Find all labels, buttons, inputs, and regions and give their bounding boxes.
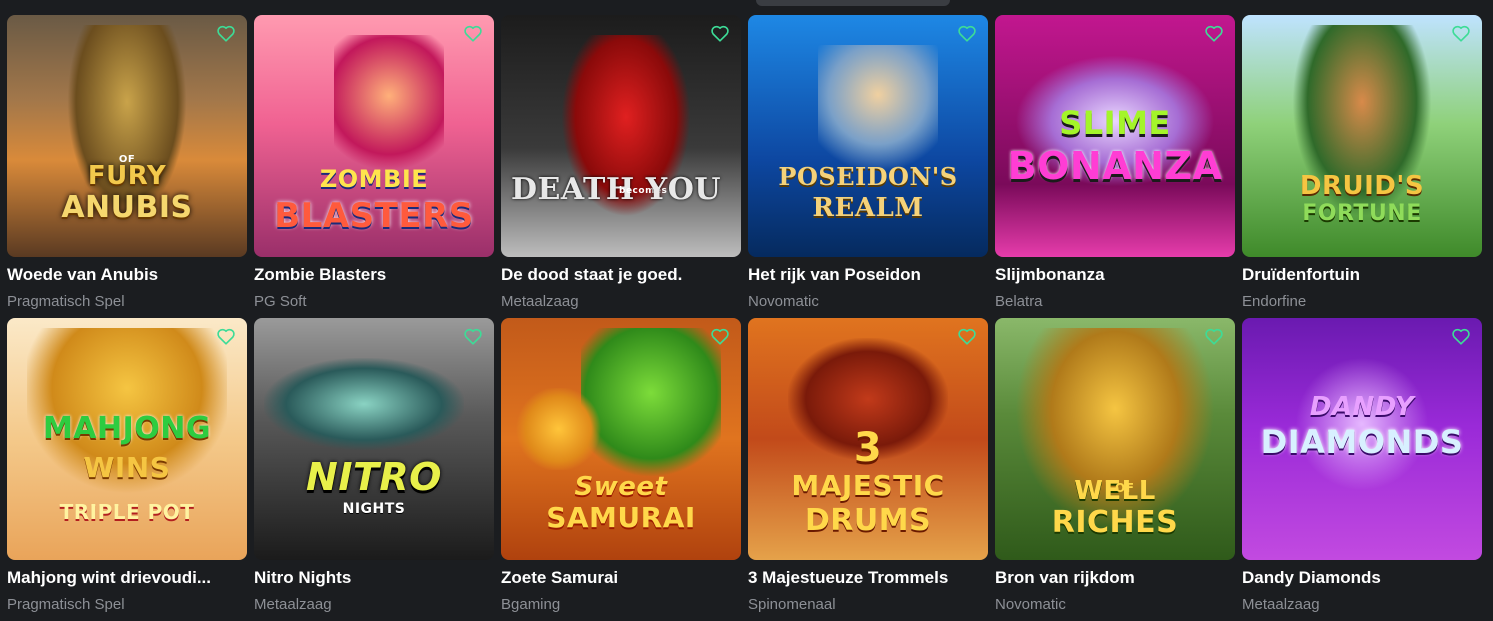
game-provider: Belatra (995, 293, 1043, 310)
favorite-heart-icon[interactable] (1203, 23, 1225, 43)
game-logo-text: POSEIDON'S (778, 162, 958, 191)
favorite-heart-icon[interactable] (462, 326, 484, 346)
game-logo-text: FORTUNE (1302, 201, 1422, 226)
game-logo-text: ZOMBIE (319, 165, 429, 193)
game-title[interactable]: Dandy Diamonds (1242, 568, 1482, 588)
game-card[interactable]: ZOMBIE BLASTERS Zombie Blasters PG Soft (254, 15, 494, 318)
game-logo-text: BLASTERS (274, 196, 474, 236)
game-card[interactable]: POSEIDON'S REALM Het rijk van Poseidon Nov… (748, 15, 988, 318)
game-logo-text: NIGHTS (342, 501, 406, 517)
game-provider: Endorfine (1242, 293, 1307, 310)
game-card[interactable]: SLIME BONANZA Slijmbonanza Belatra (995, 15, 1235, 318)
game-card[interactable]: Sweet SAMURAI Zoete Samurai Bgaming (501, 318, 741, 621)
game-thumbnail[interactable]: POSEIDON'S REALM (748, 15, 988, 257)
game-logo-text: NITRO (306, 455, 442, 499)
game-logo-text: REALM (812, 193, 924, 223)
game-title[interactable]: Woede van Anubis (7, 265, 247, 285)
game-provider: Bgaming (501, 596, 561, 613)
game-thumbnail[interactable]: SLIME BONANZA (995, 15, 1235, 257)
game-title[interactable]: Slijmbonanza (995, 265, 1235, 285)
game-logo-text: RICHES (1051, 505, 1179, 540)
game-provider: Spinomenaal (748, 596, 836, 613)
game-thumbnail[interactable]: NITRO NIGHTS (254, 318, 494, 560)
game-card[interactable]: MAHJONG WINS TRIPLE POT Mahjong wint drie… (7, 318, 247, 621)
game-thumbnail[interactable]: DEATH becomes YOU (501, 15, 741, 257)
game-logo-text: DRUID'S (1299, 171, 1425, 201)
game-card[interactable]: DRUID'S FORTUNE Druïdenfortuin Endorfine (1242, 15, 1482, 318)
game-thumbnail[interactable]: DRUID'S FORTUNE (1242, 15, 1482, 257)
game-card[interactable]: FURY OF ANUBIS Woede van Anubis Pragmatisc… (7, 15, 247, 318)
game-logo-text: MAHJONG (42, 411, 212, 446)
game-title[interactable]: Nitro Nights (254, 568, 494, 588)
game-logo-text: OF (1115, 481, 1135, 495)
game-title[interactable]: Zombie Blasters (254, 265, 494, 285)
game-grid: FURY OF ANUBIS Woede van Anubis Pragmatisc… (7, 15, 1482, 621)
game-title[interactable]: Zoete Samurai (501, 568, 741, 588)
game-card[interactable]: DEATH becomes YOU De dood staat je goed. M… (501, 15, 741, 318)
favorite-heart-icon[interactable] (1450, 23, 1472, 43)
game-title[interactable]: De dood staat je goed. (501, 265, 741, 285)
game-logo-text: WINS (83, 451, 171, 484)
game-card[interactable]: 3 MAJESTIC DRUMS 3 Majestueuze Trommels Sp… (748, 318, 988, 621)
game-provider: Metaalzaag (501, 293, 579, 310)
game-provider: Novomatic (995, 596, 1066, 613)
game-thumbnail[interactable]: ZOMBIE BLASTERS (254, 15, 494, 257)
car-art (264, 358, 464, 450)
game-logo-text: BONANZA (1007, 144, 1223, 188)
game-logo-text: DIAMONDS (1260, 423, 1464, 461)
broccoli-art (581, 328, 721, 490)
favorite-heart-icon[interactable] (215, 23, 237, 43)
game-logo-text: MAJESTIC (791, 469, 945, 502)
game-title[interactable]: 3 Majestueuze Trommels (748, 568, 988, 588)
game-thumbnail[interactable]: Sweet SAMURAI (501, 318, 741, 560)
game-logo-text: Sweet (574, 472, 668, 502)
favorite-heart-icon[interactable] (709, 23, 731, 43)
game-provider: Metaalzaag (254, 596, 332, 613)
game-logo-text: DRUMS (804, 503, 932, 538)
game-title[interactable]: Het rijk van Poseidon (748, 265, 988, 285)
game-logo-text: OF (118, 154, 136, 165)
favorite-heart-icon[interactable] (1450, 326, 1472, 346)
game-thumbnail[interactable]: FURY OF ANUBIS (7, 15, 247, 257)
game-logo-text: SLIME (1059, 104, 1171, 142)
game-title[interactable]: Druïdenfortuin (1242, 265, 1482, 285)
game-thumbnail[interactable]: MAHJONG WINS TRIPLE POT (7, 318, 247, 560)
broccoli-art (516, 388, 601, 470)
game-card[interactable]: DANDY DIAMONDS Dandy Diamonds Metaalzaag (1242, 318, 1482, 621)
game-thumbnail[interactable]: WELL OF RICHES (995, 318, 1235, 560)
game-provider: Pragmatisch Spel (7, 596, 125, 613)
favorite-heart-icon[interactable] (1203, 326, 1225, 346)
game-provider: Metaalzaag (1242, 596, 1320, 613)
game-card[interactable]: NITRO NIGHTS Nitro Nights Metaalzaag (254, 318, 494, 621)
game-logo-text: 3 (853, 425, 883, 471)
game-thumbnail[interactable]: DANDY DIAMONDS (1242, 318, 1482, 560)
game-logo-text: FURY (87, 161, 167, 191)
game-provider: Pragmatisch Spel (7, 293, 125, 310)
top-tab-indicator[interactable] (756, 0, 950, 6)
favorite-heart-icon[interactable] (215, 326, 237, 346)
favorite-heart-icon[interactable] (462, 23, 484, 43)
favorite-heart-icon[interactable] (709, 326, 731, 346)
game-title[interactable]: Bron van rijkdom (995, 568, 1235, 588)
game-provider: PG Soft (254, 293, 307, 310)
game-thumbnail[interactable]: 3 MAJESTIC DRUMS (748, 318, 988, 560)
game-logo-text: SAMURAI (546, 501, 696, 534)
game-title[interactable]: Mahjong wint drievoudi... (7, 568, 247, 588)
favorite-heart-icon[interactable] (956, 23, 978, 43)
game-logo-text: TRIPLE POT (59, 500, 195, 524)
game-provider: Novomatic (748, 293, 819, 310)
game-logo-text: YOU (645, 172, 721, 207)
favorite-heart-icon[interactable] (956, 326, 978, 346)
game-logo-text: DANDY (1309, 392, 1415, 422)
game-card[interactable]: WELL OF RICHES Bron van rijkdom Novomatic (995, 318, 1235, 621)
game-logo-text: ANUBIS (61, 190, 193, 225)
